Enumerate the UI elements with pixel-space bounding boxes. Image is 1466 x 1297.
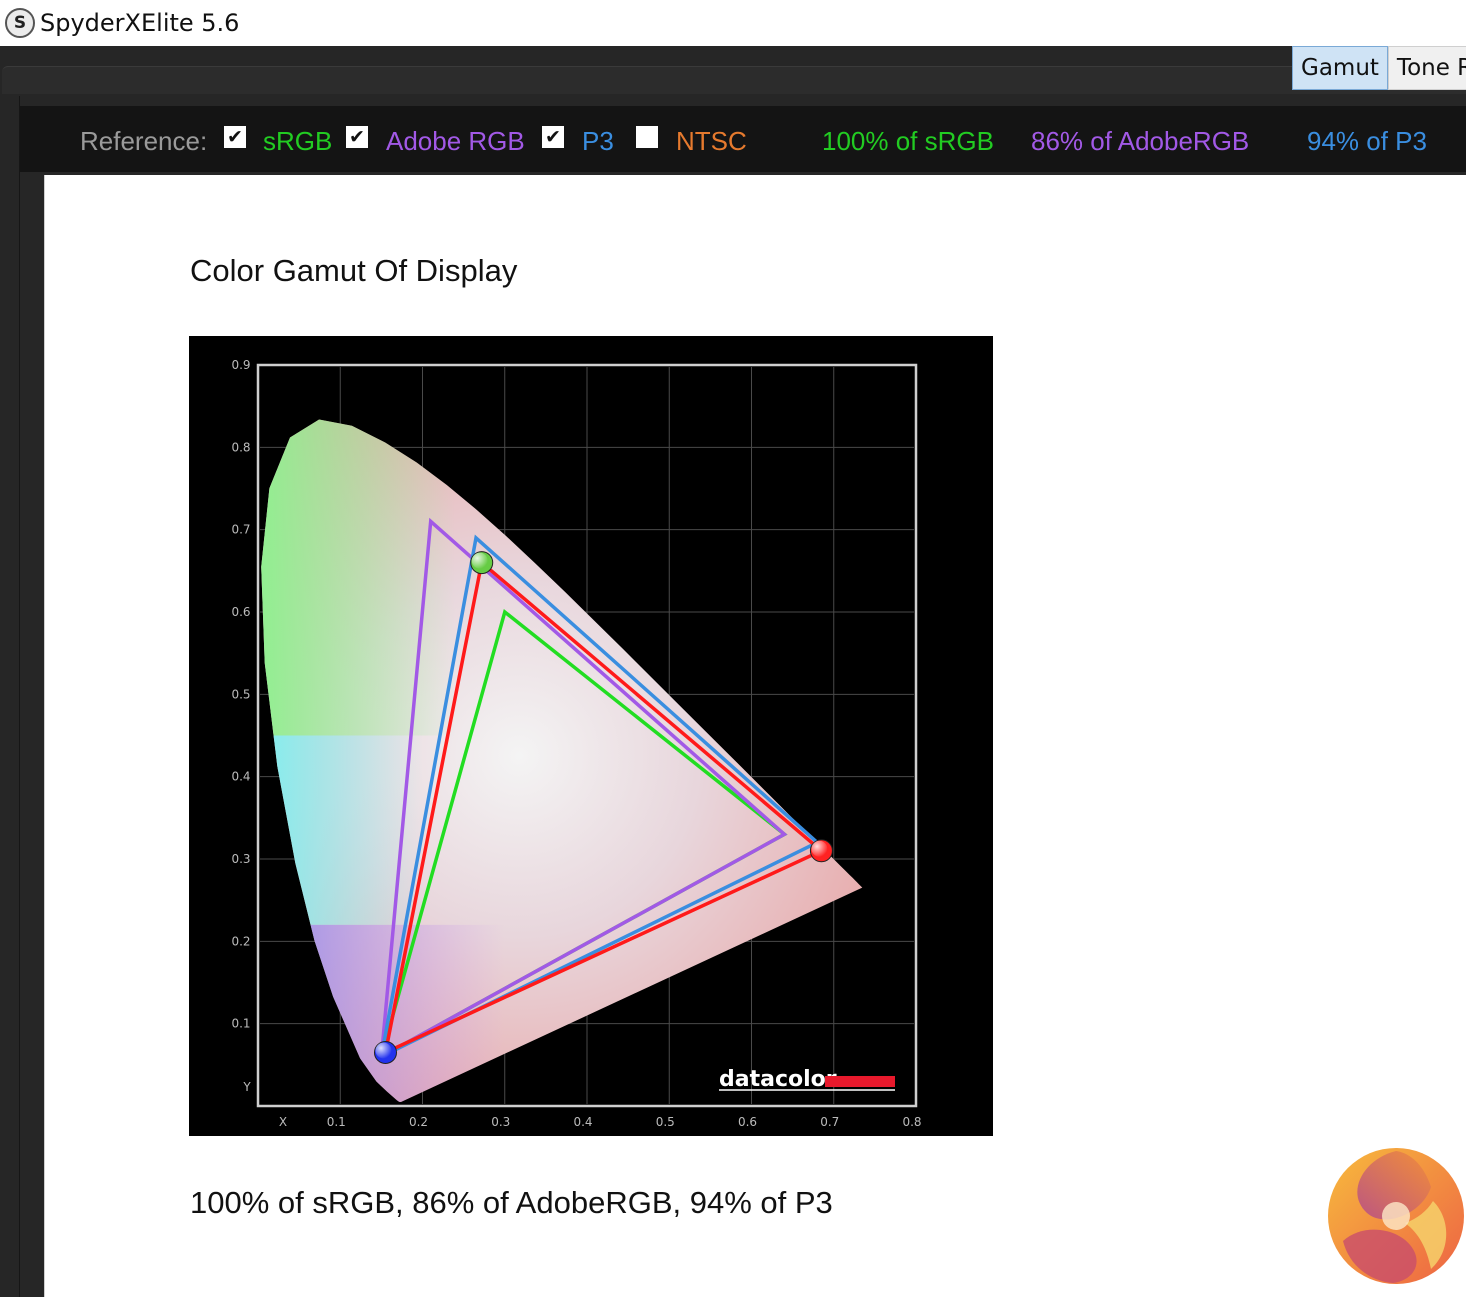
- primary-point-highlight: [811, 840, 828, 857]
- primary-point-highlight: [471, 552, 488, 569]
- ntsc-label[interactable]: NTSC: [676, 126, 747, 157]
- y-tick-label: 0.1: [231, 1017, 250, 1031]
- x-tick-label: 0.4: [573, 1115, 592, 1129]
- y-tick-label: 0.3: [231, 852, 250, 866]
- left-panel-edge: [0, 96, 20, 1297]
- reference-label: Reference:: [80, 126, 208, 156]
- datacolor-wordmark: datacolor: [719, 1067, 837, 1092]
- x-tick-label: 0.3: [491, 1115, 510, 1129]
- adobe-rgb-coverage: 86% of AdobeRGB: [1031, 126, 1250, 156]
- x-tick-label: 0.2: [409, 1115, 428, 1129]
- p3-coverage: 94% of P3: [1307, 126, 1427, 156]
- y-tick-label: 0.8: [231, 440, 250, 454]
- y-tick-label: 0.2: [231, 934, 250, 948]
- x-tick-label: 0.8: [902, 1115, 921, 1129]
- window-title: SpyderXElite 5.6: [40, 9, 240, 37]
- report-summary: 100% of sRGB, 86% of AdobeRGB, 94% of P3: [190, 1185, 833, 1220]
- y-tick-label: 0.4: [231, 770, 250, 784]
- gamut-chart: X 0.1 0.2 0.3 0.4 0.5 0.6 0.7 0.8 Y 0.1 0.2 0.3 0.4 0.…: [189, 336, 993, 1136]
- report-content: Color Gamut Of Display X 0.1 0.2 0.3 0.4…: [44, 175, 1466, 1297]
- ntsc-checkbox[interactable]: [636, 126, 658, 148]
- app-logo-icon: S: [5, 8, 35, 38]
- title-bar: S SpyderXElite 5.6: [0, 0, 1466, 46]
- primary-point-highlight: [375, 1042, 392, 1059]
- srgb-coverage: 100% of sRGB: [822, 126, 994, 156]
- tab-bar: Gamut Tone Re: [1292, 46, 1466, 90]
- x-axis-label: X: [279, 1115, 287, 1129]
- y-tick-label: 0.9: [231, 358, 250, 372]
- y-axis-label: Y: [242, 1080, 251, 1094]
- adobe-rgb-checkbox[interactable]: ✔: [346, 126, 368, 148]
- datacolor-red-bar: [825, 1076, 895, 1087]
- tab-gamut[interactable]: Gamut: [1292, 46, 1388, 90]
- p3-checkbox[interactable]: ✔: [542, 126, 564, 148]
- report-heading: Color Gamut Of Display: [190, 253, 518, 288]
- p3-label[interactable]: P3: [582, 126, 614, 157]
- x-tick-label: 0.6: [738, 1115, 757, 1129]
- site-logo-icon: [1328, 1148, 1464, 1284]
- adobe-rgb-label[interactable]: Adobe RGB: [386, 126, 525, 157]
- x-tick-label: 0.7: [820, 1115, 839, 1129]
- reference-bar: Reference: ✔ sRGB ✔ Adobe RGB ✔ P3 NTSC …: [20, 106, 1466, 172]
- x-tick-label: 0.5: [656, 1115, 675, 1129]
- tab-tone-response[interactable]: Tone Re: [1387, 46, 1466, 90]
- srgb-checkbox[interactable]: ✔: [224, 126, 246, 148]
- y-tick-label: 0.5: [231, 687, 250, 701]
- x-tick-label: 0.1: [327, 1115, 346, 1129]
- y-tick-label: 0.6: [231, 605, 250, 619]
- tab-strip: [2, 66, 1466, 94]
- y-tick-label: 0.7: [231, 523, 250, 537]
- srgb-label[interactable]: sRGB: [263, 126, 332, 157]
